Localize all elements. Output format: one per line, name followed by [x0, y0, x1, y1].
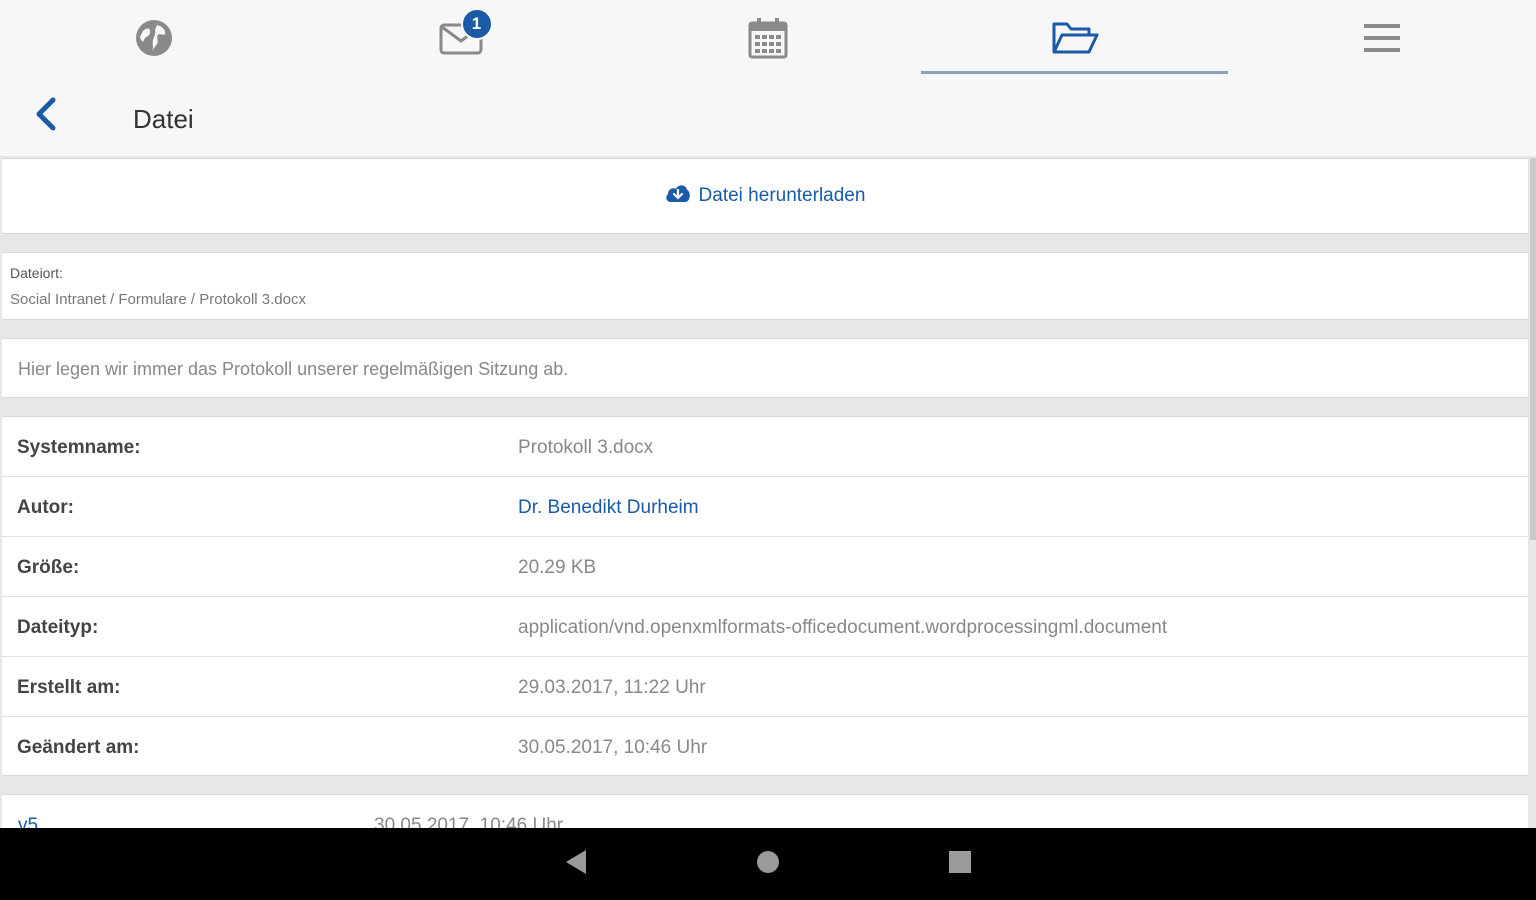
- download-panel: Datei herunterladen: [2, 158, 1528, 234]
- calendar-icon: [748, 17, 788, 59]
- author-link[interactable]: Dr. Benedikt Durheim: [518, 497, 699, 519]
- system-recents-button[interactable]: [940, 846, 980, 882]
- triangle-back-icon: [564, 849, 588, 880]
- file-description: Hier legen wir immer das Protokoll unser…: [18, 359, 569, 379]
- chevron-left-icon: [34, 97, 58, 136]
- property-label: Autor:: [17, 497, 74, 518]
- property-label: Größe:: [17, 557, 80, 578]
- properties-panel: Systemname: Protokoll 3.docx Autor: Dr. …: [2, 416, 1528, 776]
- property-value: 30.05.2017, 10:46 Uhr: [518, 737, 708, 758]
- property-label: Erstellt am:: [17, 677, 121, 698]
- back-button[interactable]: [28, 96, 64, 136]
- system-back-button[interactable]: [556, 846, 596, 882]
- property-label: Geändert am:: [17, 737, 140, 758]
- file-location-path: Social Intranet / Formulare / Protokoll …: [10, 291, 306, 308]
- property-value: Protokoll 3.docx: [518, 437, 654, 458]
- system-navigation-bar: [0, 828, 1536, 900]
- tab-globe[interactable]: [0, 0, 307, 76]
- file-location-panel: Dateiort: Social Intranet / Formulare / …: [2, 252, 1528, 320]
- property-row-size: Größe: 20.29 KB: [2, 537, 1528, 597]
- cloud-download-icon: [665, 183, 691, 209]
- square-recents-icon: [948, 850, 972, 879]
- globe-icon: [135, 19, 173, 57]
- property-label: Systemname:: [17, 437, 141, 458]
- menu-icon: [1363, 22, 1401, 54]
- scrollbar[interactable]: [1530, 158, 1536, 540]
- property-value: application/vnd.openxmlformats-officedoc…: [518, 617, 1168, 638]
- tab-files[interactable]: [921, 0, 1228, 76]
- property-row-filetype: Dateityp: application/vnd.openxmlformats…: [2, 597, 1528, 657]
- property-row-modified: Geändert am: 30.05.2017, 10:46 Uhr: [2, 717, 1528, 776]
- top-navigation: 1: [0, 0, 1536, 76]
- property-row-created: Erstellt am: 29.03.2017, 11:22 Uhr: [2, 657, 1528, 717]
- page-title: Datei: [133, 104, 194, 134]
- download-label: Datei herunterladen: [698, 185, 866, 206]
- file-location-label: Dateiort:: [10, 265, 63, 281]
- property-label: Dateityp:: [17, 617, 99, 638]
- page-header: Datei: [0, 76, 1536, 156]
- property-row-systemname: Systemname: Protokoll 3.docx: [2, 417, 1528, 477]
- tab-mail[interactable]: 1: [307, 0, 614, 76]
- system-home-button[interactable]: [748, 846, 788, 882]
- tab-menu[interactable]: [1228, 0, 1535, 76]
- property-value: 29.03.2017, 11:22 Uhr: [518, 677, 706, 698]
- tab-calendar[interactable]: [614, 0, 921, 76]
- unread-badge: 1: [460, 8, 493, 40]
- property-value: 20.29 KB: [518, 557, 597, 578]
- property-row-author: Autor: Dr. Benedikt Durheim: [2, 477, 1528, 537]
- download-file-button[interactable]: Datei herunterladen: [665, 183, 866, 209]
- description-panel: Hier legen wir immer das Protokoll unser…: [2, 338, 1528, 398]
- folder-icon: [1051, 20, 1099, 56]
- circle-home-icon: [755, 849, 781, 880]
